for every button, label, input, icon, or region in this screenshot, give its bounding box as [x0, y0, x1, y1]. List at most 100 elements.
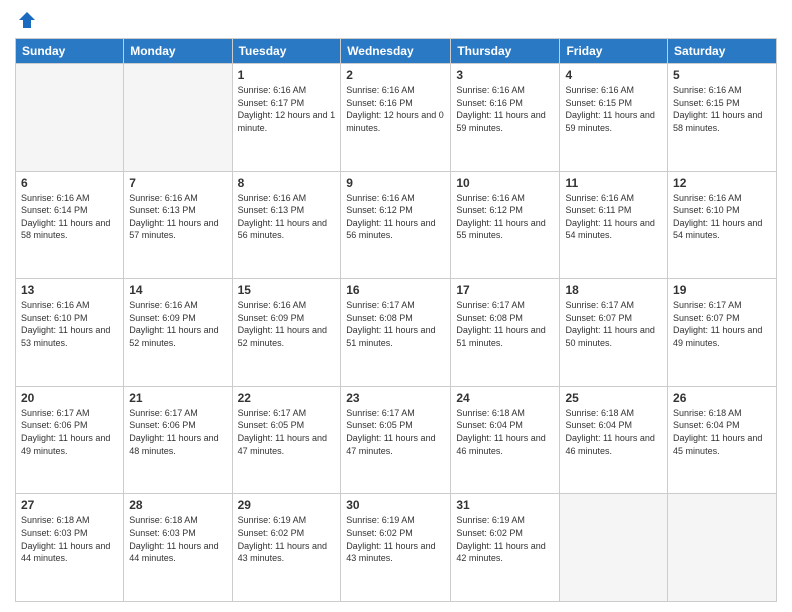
weekday-header-friday: Friday — [560, 39, 668, 64]
day-info: Sunrise: 6:16 AMSunset: 6:16 PMDaylight:… — [346, 85, 444, 133]
day-info: Sunrise: 6:17 AMSunset: 6:07 PMDaylight:… — [565, 300, 654, 348]
calendar-cell: 17 Sunrise: 6:17 AMSunset: 6:08 PMDaylig… — [451, 279, 560, 387]
calendar-cell: 16 Sunrise: 6:17 AMSunset: 6:08 PMDaylig… — [341, 279, 451, 387]
header — [15, 10, 777, 30]
day-info: Sunrise: 6:18 AMSunset: 6:03 PMDaylight:… — [129, 515, 218, 563]
day-number: 19 — [673, 283, 771, 297]
calendar-cell: 14 Sunrise: 6:16 AMSunset: 6:09 PMDaylig… — [124, 279, 232, 387]
weekday-header-saturday: Saturday — [668, 39, 777, 64]
calendar-cell: 22 Sunrise: 6:17 AMSunset: 6:05 PMDaylig… — [232, 386, 341, 494]
logo — [15, 10, 37, 30]
day-info: Sunrise: 6:16 AMSunset: 6:15 PMDaylight:… — [565, 85, 654, 133]
calendar-cell: 30 Sunrise: 6:19 AMSunset: 6:02 PMDaylig… — [341, 494, 451, 602]
day-info: Sunrise: 6:19 AMSunset: 6:02 PMDaylight:… — [238, 515, 327, 563]
calendar-cell — [668, 494, 777, 602]
day-info: Sunrise: 6:16 AMSunset: 6:09 PMDaylight:… — [129, 300, 218, 348]
day-number: 3 — [456, 68, 554, 82]
day-number: 27 — [21, 498, 118, 512]
day-info: Sunrise: 6:16 AMSunset: 6:16 PMDaylight:… — [456, 85, 545, 133]
calendar-cell — [16, 64, 124, 172]
week-row-2: 13 Sunrise: 6:16 AMSunset: 6:10 PMDaylig… — [16, 279, 777, 387]
day-info: Sunrise: 6:17 AMSunset: 6:05 PMDaylight:… — [346, 408, 435, 456]
day-info: Sunrise: 6:18 AMSunset: 6:04 PMDaylight:… — [456, 408, 545, 456]
calendar-cell: 2 Sunrise: 6:16 AMSunset: 6:16 PMDayligh… — [341, 64, 451, 172]
calendar-cell: 25 Sunrise: 6:18 AMSunset: 6:04 PMDaylig… — [560, 386, 668, 494]
calendar-cell: 1 Sunrise: 6:16 AMSunset: 6:17 PMDayligh… — [232, 64, 341, 172]
day-info: Sunrise: 6:19 AMSunset: 6:02 PMDaylight:… — [456, 515, 545, 563]
day-number: 23 — [346, 391, 445, 405]
day-info: Sunrise: 6:17 AMSunset: 6:06 PMDaylight:… — [129, 408, 218, 456]
day-number: 4 — [565, 68, 662, 82]
page: SundayMondayTuesdayWednesdayThursdayFrid… — [0, 0, 792, 612]
calendar-cell: 6 Sunrise: 6:16 AMSunset: 6:14 PMDayligh… — [16, 171, 124, 279]
day-info: Sunrise: 6:17 AMSunset: 6:06 PMDaylight:… — [21, 408, 110, 456]
calendar-cell: 20 Sunrise: 6:17 AMSunset: 6:06 PMDaylig… — [16, 386, 124, 494]
day-number: 7 — [129, 176, 226, 190]
day-info: Sunrise: 6:17 AMSunset: 6:08 PMDaylight:… — [456, 300, 545, 348]
day-info: Sunrise: 6:16 AMSunset: 6:17 PMDaylight:… — [238, 85, 336, 133]
day-number: 24 — [456, 391, 554, 405]
day-info: Sunrise: 6:18 AMSunset: 6:03 PMDaylight:… — [21, 515, 110, 563]
calendar-cell: 15 Sunrise: 6:16 AMSunset: 6:09 PMDaylig… — [232, 279, 341, 387]
day-info: Sunrise: 6:16 AMSunset: 6:10 PMDaylight:… — [673, 193, 762, 241]
calendar-cell: 19 Sunrise: 6:17 AMSunset: 6:07 PMDaylig… — [668, 279, 777, 387]
calendar-cell: 23 Sunrise: 6:17 AMSunset: 6:05 PMDaylig… — [341, 386, 451, 494]
day-number: 12 — [673, 176, 771, 190]
day-number: 21 — [129, 391, 226, 405]
week-row-4: 27 Sunrise: 6:18 AMSunset: 6:03 PMDaylig… — [16, 494, 777, 602]
calendar-cell: 24 Sunrise: 6:18 AMSunset: 6:04 PMDaylig… — [451, 386, 560, 494]
calendar-cell — [560, 494, 668, 602]
day-info: Sunrise: 6:16 AMSunset: 6:11 PMDaylight:… — [565, 193, 654, 241]
day-number: 16 — [346, 283, 445, 297]
day-info: Sunrise: 6:16 AMSunset: 6:09 PMDaylight:… — [238, 300, 327, 348]
calendar-cell: 31 Sunrise: 6:19 AMSunset: 6:02 PMDaylig… — [451, 494, 560, 602]
day-number: 31 — [456, 498, 554, 512]
day-number: 10 — [456, 176, 554, 190]
day-info: Sunrise: 6:16 AMSunset: 6:12 PMDaylight:… — [346, 193, 435, 241]
weekday-header-thursday: Thursday — [451, 39, 560, 64]
day-info: Sunrise: 6:16 AMSunset: 6:15 PMDaylight:… — [673, 85, 762, 133]
calendar-cell: 27 Sunrise: 6:18 AMSunset: 6:03 PMDaylig… — [16, 494, 124, 602]
day-number: 29 — [238, 498, 336, 512]
calendar-cell: 21 Sunrise: 6:17 AMSunset: 6:06 PMDaylig… — [124, 386, 232, 494]
day-number: 28 — [129, 498, 226, 512]
calendar-cell: 8 Sunrise: 6:16 AMSunset: 6:13 PMDayligh… — [232, 171, 341, 279]
weekday-header-sunday: Sunday — [16, 39, 124, 64]
calendar-cell: 4 Sunrise: 6:16 AMSunset: 6:15 PMDayligh… — [560, 64, 668, 172]
day-number: 25 — [565, 391, 662, 405]
day-info: Sunrise: 6:16 AMSunset: 6:14 PMDaylight:… — [21, 193, 110, 241]
logo-icon — [17, 10, 37, 30]
day-number: 20 — [21, 391, 118, 405]
calendar-cell: 10 Sunrise: 6:16 AMSunset: 6:12 PMDaylig… — [451, 171, 560, 279]
day-number: 30 — [346, 498, 445, 512]
week-row-0: 1 Sunrise: 6:16 AMSunset: 6:17 PMDayligh… — [16, 64, 777, 172]
calendar-cell: 29 Sunrise: 6:19 AMSunset: 6:02 PMDaylig… — [232, 494, 341, 602]
day-info: Sunrise: 6:17 AMSunset: 6:05 PMDaylight:… — [238, 408, 327, 456]
day-info: Sunrise: 6:17 AMSunset: 6:08 PMDaylight:… — [346, 300, 435, 348]
day-number: 15 — [238, 283, 336, 297]
day-number: 14 — [129, 283, 226, 297]
day-number: 22 — [238, 391, 336, 405]
calendar-cell: 12 Sunrise: 6:16 AMSunset: 6:10 PMDaylig… — [668, 171, 777, 279]
day-info: Sunrise: 6:17 AMSunset: 6:07 PMDaylight:… — [673, 300, 762, 348]
day-number: 13 — [21, 283, 118, 297]
calendar-cell — [124, 64, 232, 172]
day-number: 17 — [456, 283, 554, 297]
weekday-header-wednesday: Wednesday — [341, 39, 451, 64]
day-info: Sunrise: 6:16 AMSunset: 6:12 PMDaylight:… — [456, 193, 545, 241]
calendar-cell: 11 Sunrise: 6:16 AMSunset: 6:11 PMDaylig… — [560, 171, 668, 279]
calendar-cell: 5 Sunrise: 6:16 AMSunset: 6:15 PMDayligh… — [668, 64, 777, 172]
day-info: Sunrise: 6:18 AMSunset: 6:04 PMDaylight:… — [673, 408, 762, 456]
day-info: Sunrise: 6:18 AMSunset: 6:04 PMDaylight:… — [565, 408, 654, 456]
day-info: Sunrise: 6:16 AMSunset: 6:10 PMDaylight:… — [21, 300, 110, 348]
week-row-3: 20 Sunrise: 6:17 AMSunset: 6:06 PMDaylig… — [16, 386, 777, 494]
day-number: 2 — [346, 68, 445, 82]
calendar-cell: 26 Sunrise: 6:18 AMSunset: 6:04 PMDaylig… — [668, 386, 777, 494]
day-info: Sunrise: 6:16 AMSunset: 6:13 PMDaylight:… — [129, 193, 218, 241]
weekday-header-tuesday: Tuesday — [232, 39, 341, 64]
calendar-cell: 28 Sunrise: 6:18 AMSunset: 6:03 PMDaylig… — [124, 494, 232, 602]
calendar-cell: 18 Sunrise: 6:17 AMSunset: 6:07 PMDaylig… — [560, 279, 668, 387]
weekday-header-monday: Monday — [124, 39, 232, 64]
day-number: 8 — [238, 176, 336, 190]
day-number: 6 — [21, 176, 118, 190]
